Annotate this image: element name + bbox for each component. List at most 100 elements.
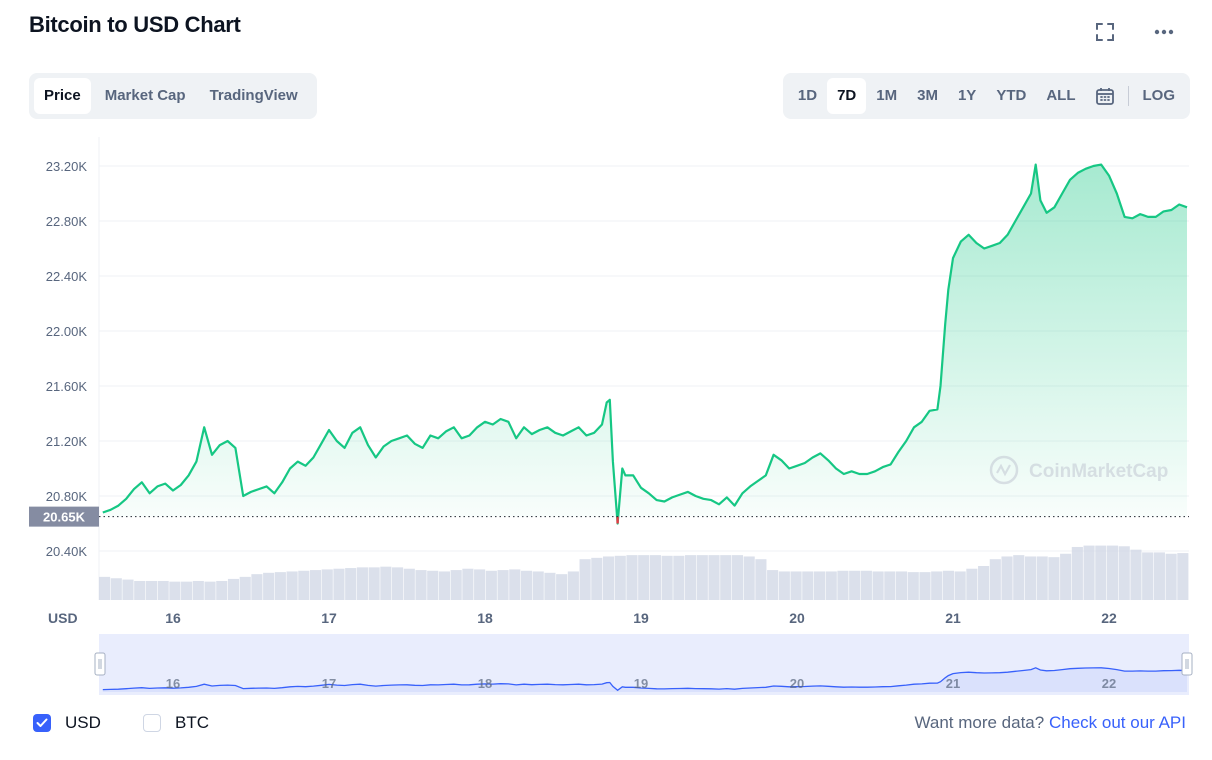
volume-bar (966, 568, 978, 600)
volume-bar (696, 555, 708, 600)
volume-bar (602, 556, 615, 600)
volume-bar (1177, 553, 1189, 600)
more-data-text: Want more data? Check out our API (914, 713, 1186, 733)
volume-bar (591, 557, 603, 600)
volume-bar (380, 566, 392, 600)
baseline-label: 20.65K (43, 510, 86, 525)
x-tick-label: 16 (165, 610, 181, 626)
usd-check-box[interactable] (33, 714, 51, 732)
volume-bar (802, 571, 814, 600)
volume-bar (509, 569, 521, 600)
volume-bar (497, 570, 509, 600)
volume-bar (192, 580, 204, 600)
api-link[interactable]: Check out our API (1049, 713, 1186, 732)
volume-bar (1142, 552, 1154, 600)
watermark-text: CoinMarketCap (1029, 461, 1168, 482)
volume-bar (931, 571, 943, 600)
volume-bar (649, 555, 661, 600)
volume-bar (274, 572, 286, 600)
volume-bar (227, 578, 240, 600)
volume-bar (685, 555, 697, 600)
volume-bar (474, 569, 486, 600)
volume-bar (849, 570, 861, 600)
x-tick-label: 21 (945, 610, 961, 626)
volume-bar (638, 555, 650, 600)
y-tick-label: 22.80K (46, 214, 88, 229)
volume-bar (532, 571, 544, 600)
y-tick-label: 22.40K (46, 269, 88, 284)
volume-bar (778, 571, 790, 600)
volume-bar (462, 568, 474, 600)
volume-bar (298, 570, 310, 600)
volume-bar (181, 581, 193, 600)
price-area (102, 164, 1187, 524)
navigator-tick-label: 18 (478, 676, 492, 691)
volume-bar (204, 581, 216, 600)
y-tick-label: 23.20K (46, 159, 88, 174)
y-tick-label: 21.60K (46, 379, 88, 394)
y-tick-label: 20.80K (46, 489, 88, 504)
volume-bar (239, 576, 251, 600)
volume-bar (122, 579, 134, 600)
volume-bar (520, 570, 533, 600)
volume-bar (485, 570, 497, 600)
y-tick-label: 22.00K (46, 324, 88, 339)
volume-bar (556, 574, 568, 600)
price-chart[interactable]: CoinMarketCap 20.65K 23.20K 22.80K 22.40K 2… (0, 0, 1212, 760)
y-tick-label: 20.40K (46, 544, 88, 559)
volume-bar (1001, 556, 1013, 600)
volume-bar (1024, 556, 1037, 600)
volume-bar (767, 570, 779, 600)
volume-bar (755, 559, 767, 600)
volume-bar (825, 571, 837, 600)
volume-bar (813, 571, 826, 600)
volume-bar (567, 571, 579, 600)
volume-bar (579, 559, 591, 600)
volume-bar (145, 580, 158, 600)
volume-bar (954, 571, 966, 600)
volume-bar (415, 570, 427, 600)
volume-bar (790, 571, 802, 600)
navigator-tick-label: 21 (946, 676, 960, 691)
volume-bar (626, 555, 638, 600)
volume-bar (1118, 546, 1130, 600)
volume-bar (673, 555, 685, 600)
volume-bar (1060, 553, 1072, 600)
navigator-tick-label: 22 (1102, 676, 1116, 691)
volume-bar (743, 556, 755, 600)
volume-bar (907, 572, 919, 600)
volume-bar (1095, 545, 1107, 600)
volume-bar (216, 580, 228, 600)
volume-bar (1013, 555, 1025, 600)
btc-checkbox[interactable]: BTC (143, 713, 209, 733)
usd-checkbox[interactable]: USD (33, 713, 101, 733)
volume-bar (614, 555, 626, 600)
volume-bar (860, 570, 872, 600)
y-tick-label: 21.20K (46, 434, 88, 449)
volume-bar (1048, 557, 1060, 600)
volume-bar (872, 571, 884, 600)
volume-bar (1036, 556, 1048, 600)
navigator-tick-label: 20 (790, 676, 804, 691)
volume-bar (321, 569, 333, 600)
volume-bar (157, 580, 169, 600)
volume-bar (919, 572, 931, 600)
navigator-handle-right[interactable] (1181, 652, 1193, 676)
volume-bar (403, 568, 415, 600)
navigator-handle-left[interactable] (94, 652, 106, 676)
x-tick-label: 20 (789, 610, 805, 626)
volume-bar (1130, 549, 1142, 600)
volume-bar (251, 574, 263, 600)
volume-bar (1106, 545, 1119, 600)
volume-bar (978, 566, 990, 600)
volume-bar (708, 555, 720, 600)
volume-bar (942, 570, 954, 600)
btc-check-box[interactable] (143, 714, 161, 732)
volume-bar (345, 568, 357, 600)
volume-bar (837, 570, 849, 600)
volume-bar (1165, 553, 1177, 600)
volume-bar (134, 580, 146, 600)
currency-axis-label: USD (48, 610, 78, 626)
volume-bar (450, 570, 462, 600)
volume-bar (356, 567, 368, 600)
